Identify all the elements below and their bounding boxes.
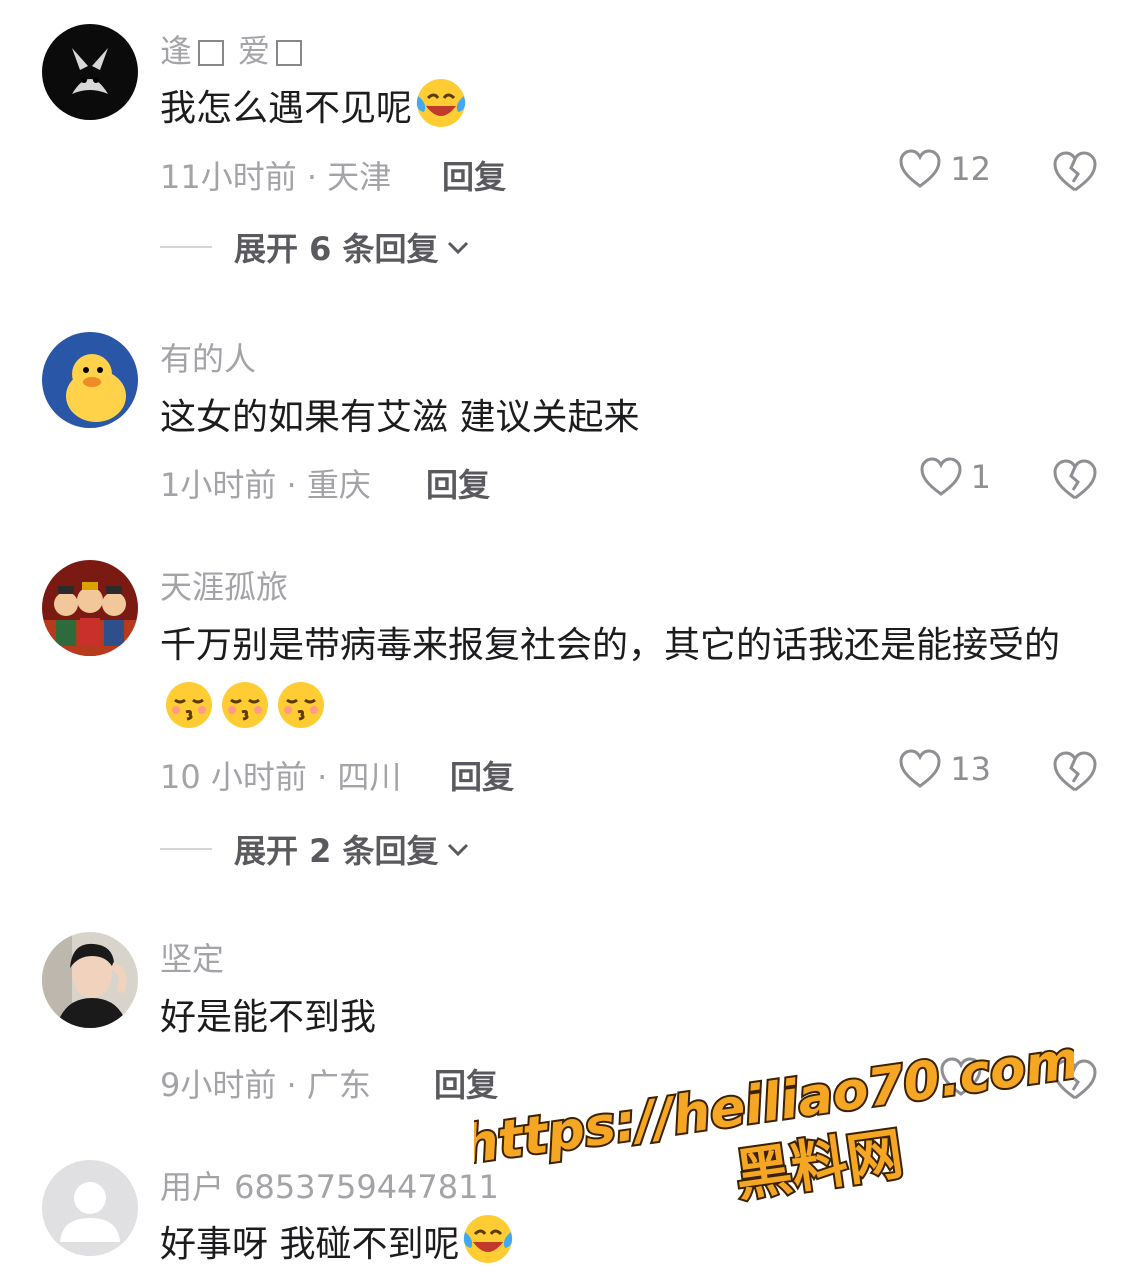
laughing-crying-emoji-icon bbox=[464, 1215, 513, 1263]
comment-text: 这女的如果有艾滋 建议关起来 bbox=[160, 397, 640, 438]
location: 四川 bbox=[337, 758, 402, 796]
reply-button[interactable]: 回复 bbox=[426, 460, 490, 506]
avatar[interactable] bbox=[42, 332, 138, 428]
username-part: 逢 bbox=[160, 32, 193, 70]
separator: · bbox=[276, 466, 307, 504]
comment-meta: 11小时前 · 天津 bbox=[160, 152, 391, 198]
reply-button[interactable]: 回复 bbox=[442, 152, 506, 198]
watermark: https://heiliao70.com 黑料网 bbox=[474, 1040, 1074, 1211]
separator: · bbox=[296, 158, 328, 196]
like-button[interactable]: 1 bbox=[919, 456, 991, 498]
timestamp: 10 小时前 bbox=[160, 758, 307, 796]
expand-replies-label: 展开 2 条回复 bbox=[234, 832, 439, 870]
divider bbox=[160, 848, 212, 850]
comment-text-content: 我怎么遇不见呢 bbox=[160, 88, 413, 129]
broken-heart-icon[interactable] bbox=[1052, 458, 1098, 502]
like-count: 12 bbox=[950, 150, 991, 188]
expand-replies-label: 展开 6 条回复 bbox=[234, 230, 439, 268]
username[interactable]: 有的人 bbox=[160, 334, 256, 380]
timestamp: 1小时前 bbox=[160, 466, 277, 504]
location: 天津 bbox=[327, 158, 392, 196]
comment-text: 我怎么遇不见呢 bbox=[160, 76, 1100, 141]
divider bbox=[160, 246, 212, 248]
username[interactable]: 坚定 bbox=[160, 934, 224, 980]
avatar[interactable] bbox=[42, 560, 138, 656]
like-button[interactable]: 13 bbox=[898, 748, 991, 790]
kissing-face-emoji-icon bbox=[278, 682, 324, 728]
broken-heart-icon[interactable] bbox=[1052, 750, 1098, 794]
chevron-down-icon bbox=[447, 843, 468, 857]
avatar[interactable] bbox=[42, 24, 138, 120]
comment-text-content: 好事呀 我碰不到呢 bbox=[160, 1224, 460, 1265]
comment-meta: 10 小时前 · 四川 bbox=[160, 752, 401, 798]
missing-glyph-icon bbox=[198, 40, 225, 66]
heart-icon bbox=[899, 749, 941, 788]
laughing-crying-emoji-icon bbox=[416, 79, 466, 127]
comment-text: 好事呀 我碰不到呢 bbox=[160, 1212, 1100, 1277]
username[interactable]: 用户 6853759447811 bbox=[160, 1162, 499, 1208]
username-part: 爱 bbox=[238, 32, 271, 70]
broken-heart-icon[interactable] bbox=[1052, 150, 1098, 194]
like-count: 13 bbox=[950, 750, 991, 788]
expand-replies-button[interactable]: 展开 2 条回复 bbox=[160, 826, 471, 872]
location: 重庆 bbox=[306, 466, 371, 504]
chevron-down-icon bbox=[447, 241, 468, 255]
timestamp: 9小时前 bbox=[160, 1066, 277, 1104]
kissing-face-emoji-icon bbox=[166, 682, 212, 728]
like-count: 1 bbox=[970, 458, 991, 496]
username[interactable]: 逢爱 bbox=[160, 26, 316, 72]
timestamp: 11小时前 bbox=[160, 158, 297, 196]
separator: · bbox=[306, 758, 338, 796]
comment-meta: 9小时前 · 广东 bbox=[160, 1060, 371, 1106]
kissing-face-emoji-icon bbox=[222, 682, 268, 728]
reply-button[interactable]: 回复 bbox=[450, 752, 514, 798]
heart-icon bbox=[920, 457, 962, 496]
avatar[interactable] bbox=[42, 932, 138, 1028]
heart-icon bbox=[899, 149, 941, 188]
comment-text: 千万别是带病毒来报复社会的，其它的话我还是能接受的 bbox=[160, 614, 1100, 743]
location: 广东 bbox=[306, 1066, 371, 1104]
like-button[interactable]: 12 bbox=[898, 148, 991, 190]
expand-replies-button[interactable]: 展开 6 条回复 bbox=[160, 224, 471, 270]
comment-meta: 1小时前 · 重庆 bbox=[160, 460, 371, 506]
comment-text-content: 千万别是带病毒来报复社会的，其它的话我还是能接受的 bbox=[160, 625, 1061, 666]
separator: · bbox=[276, 1066, 307, 1104]
avatar[interactable] bbox=[42, 1160, 138, 1256]
missing-glyph-icon bbox=[276, 40, 303, 66]
username[interactable]: 天涯孤旅 bbox=[160, 562, 288, 608]
